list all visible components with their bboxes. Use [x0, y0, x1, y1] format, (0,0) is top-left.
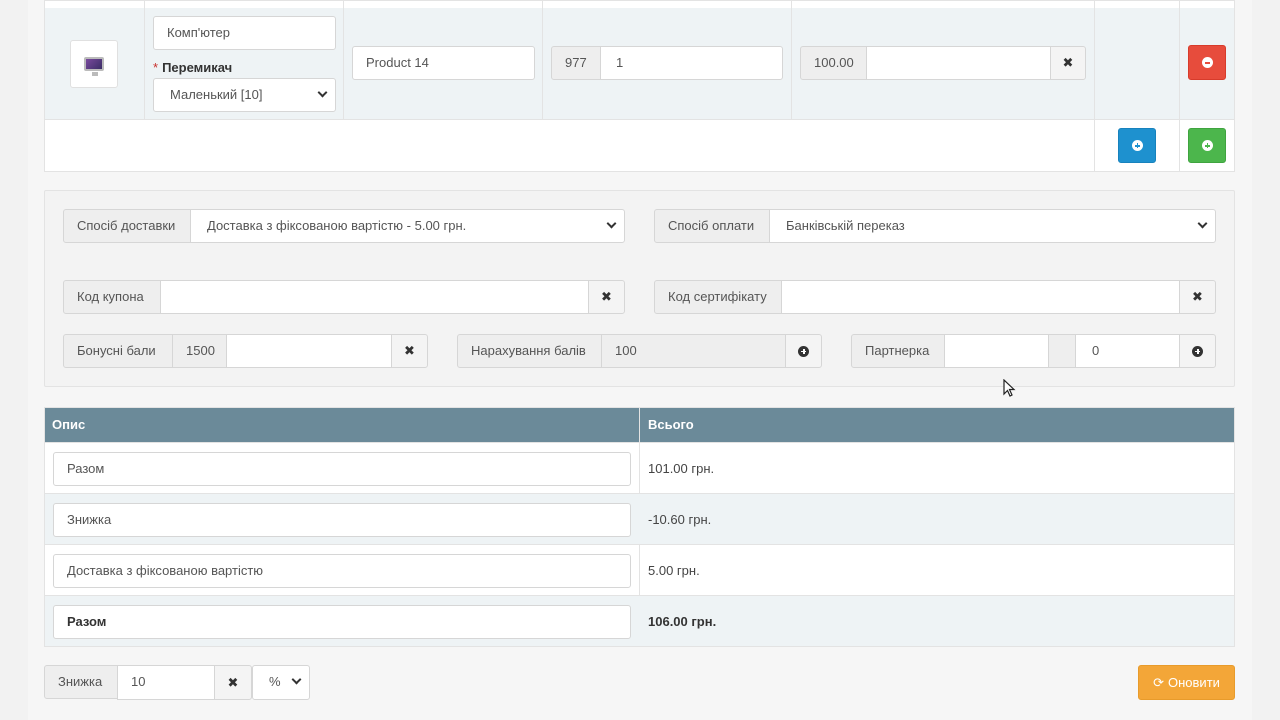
table-row: Разом 106.00 грн.: [45, 595, 1234, 646]
divider: [144, 0, 145, 120]
points-value: 100: [601, 334, 786, 368]
total-value: 5.00 грн.: [648, 563, 700, 578]
discount-label: Знижка: [44, 665, 118, 699]
clear-discount-button[interactable]: ✖: [214, 665, 252, 700]
coupon-input[interactable]: [160, 280, 589, 314]
total-description-input[interactable]: Знижка: [53, 503, 631, 537]
update-button-label: Оновити: [1168, 675, 1220, 690]
close-icon: ✖: [1062, 55, 1074, 70]
discount-type-select[interactable]: %: [252, 665, 310, 700]
switch-label-text: Перемикач: [162, 60, 233, 75]
reward-input[interactable]: [226, 334, 392, 368]
plus-circle-icon: [1201, 140, 1213, 151]
add-points-button[interactable]: [785, 334, 822, 368]
add-product-button[interactable]: [1188, 128, 1226, 163]
required-star: *: [153, 60, 159, 75]
clear-voucher-button[interactable]: ✖: [1179, 280, 1216, 314]
voucher-input[interactable]: [781, 280, 1180, 314]
total-description-input[interactable]: Разом: [53, 452, 631, 486]
shipping-label: Спосіб доставки: [63, 209, 191, 243]
clear-coupon-button[interactable]: ✖: [588, 280, 625, 314]
chevron-down-icon: [1197, 218, 1208, 229]
divider: [1179, 0, 1180, 172]
divider: [791, 0, 792, 120]
grand-total-value: 106.00 грн.: [648, 614, 717, 629]
coupon-label: Код купона: [63, 280, 161, 314]
divider: [1094, 0, 1095, 172]
price-prefix: 100.00: [800, 46, 867, 80]
payment-label: Спосіб оплати: [654, 209, 770, 243]
plus-circle-icon: [1131, 140, 1143, 151]
switch-label: * Перемикач: [153, 60, 232, 75]
computer-icon: [84, 57, 104, 76]
update-button[interactable]: ⟳ Оновити: [1138, 665, 1235, 700]
quantity-input[interactable]: 1: [600, 46, 783, 80]
clear-reward-button[interactable]: ✖: [391, 334, 428, 368]
shipping-select[interactable]: Доставка з фіксованою вартістю - 5.00 гр…: [190, 209, 625, 243]
refresh-icon: ⟳: [1153, 674, 1164, 690]
close-icon: ✖: [404, 343, 415, 358]
clear-price-button[interactable]: ✖: [1050, 46, 1086, 80]
header-description: Опис: [52, 417, 86, 432]
close-icon: ✖: [601, 289, 612, 304]
affiliate-input[interactable]: [944, 334, 1049, 368]
table-row: Разом 101.00 грн.: [45, 442, 1234, 493]
table-row: Знижка -10.60 грн.: [45, 493, 1234, 544]
plus-circle-icon: [1192, 345, 1203, 357]
table-row: Доставка з фіксованою вартістю 5.00 грн.: [45, 544, 1234, 595]
total-value: -10.60 грн.: [648, 512, 712, 527]
affiliate-commission-input[interactable]: 0: [1075, 334, 1180, 368]
header-total: Всього: [648, 417, 694, 432]
plus-circle-icon: [798, 345, 809, 357]
discount-type-value: %: [269, 674, 281, 689]
shipping-select-value: Доставка з фіксованою вартістю - 5.00 гр…: [207, 218, 467, 233]
close-icon: ✖: [1192, 289, 1203, 304]
total-value: 101.00 грн.: [648, 461, 715, 476]
chevron-down-icon: [291, 674, 302, 685]
minus-circle-icon: [1201, 57, 1213, 68]
option-text-input[interactable]: Комп'ютер: [153, 16, 336, 50]
reward-available: 1500: [172, 334, 227, 368]
affiliate-spacer: [1048, 334, 1076, 368]
close-icon: ✖: [227, 674, 239, 690]
add-option-button[interactable]: [1118, 128, 1156, 163]
divider: [343, 0, 344, 120]
affiliate-label: Партнерка: [851, 334, 945, 368]
add-affiliate-button[interactable]: [1179, 334, 1216, 368]
payment-select[interactable]: Банківській переказ: [769, 209, 1216, 243]
price-input[interactable]: [866, 46, 1051, 80]
model-input[interactable]: Product 14: [352, 46, 535, 80]
grand-total-description-input[interactable]: Разом: [53, 605, 631, 639]
payment-select-value: Банківській переказ: [786, 218, 905, 233]
mouse-cursor-icon: [1003, 379, 1016, 397]
remove-product-button[interactable]: [1188, 45, 1226, 80]
chevron-down-icon: [317, 87, 328, 98]
points-label: Нарахування балів: [457, 334, 602, 368]
voucher-label: Код сертифікату: [654, 280, 782, 314]
product-thumbnail[interactable]: [70, 40, 118, 88]
chevron-down-icon: [606, 218, 617, 229]
switch-select-value: Маленький [10]: [170, 87, 263, 102]
total-description-input[interactable]: Доставка з фіксованою вартістю: [53, 554, 631, 588]
reward-label: Бонусні бали: [63, 334, 173, 368]
switch-select[interactable]: Маленький [10]: [153, 78, 336, 112]
discount-input[interactable]: 10: [117, 665, 215, 700]
divider: [542, 0, 543, 120]
quantity-prefix: 977: [551, 46, 601, 80]
